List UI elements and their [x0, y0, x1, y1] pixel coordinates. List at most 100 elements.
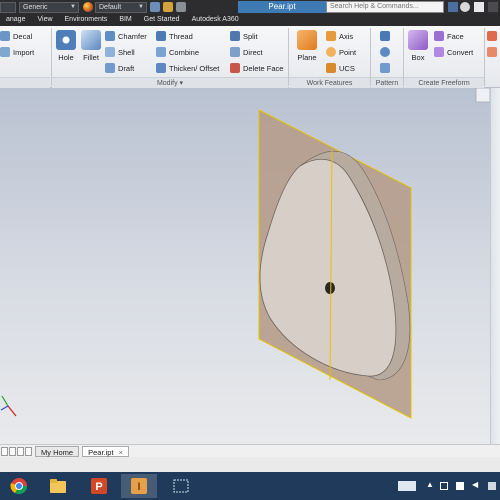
convert-icon	[434, 47, 444, 57]
doc-tab-pear[interactable]: Pear.ipt ×	[82, 445, 130, 457]
create-freeform-footer: Create Freeform	[404, 77, 484, 88]
status-strip	[0, 457, 500, 472]
hole-icon	[56, 30, 76, 50]
axis-button[interactable]: Axis	[326, 30, 353, 42]
navigation-bar[interactable]	[490, 88, 500, 444]
thread-icon	[156, 31, 166, 41]
chrome-icon	[10, 478, 28, 495]
fillet-button[interactable]: Fillet	[80, 30, 102, 62]
taskbar-explorer-button[interactable]	[40, 474, 76, 498]
tab-get-started[interactable]: Get Started	[138, 14, 186, 26]
plane-button[interactable]: Plane	[293, 30, 321, 62]
box-button[interactable]: Box	[406, 30, 430, 62]
import-button[interactable]: Import	[0, 46, 34, 58]
decal-icon	[0, 31, 10, 41]
taskbar-snipping-button[interactable]	[163, 474, 199, 498]
chamfer-button[interactable]: Chamfer	[105, 30, 147, 42]
thicken-offset-button[interactable]: Thicken/ Offset	[156, 62, 219, 74]
axis-label: Axis	[339, 31, 354, 41]
decal-button[interactable]: Decal	[0, 30, 32, 42]
import-label: Import	[13, 47, 35, 57]
split-button[interactable]: Split	[230, 30, 258, 42]
keyboard-icon[interactable]	[398, 481, 416, 491]
notification-icon[interactable]	[488, 482, 496, 490]
tab-environments[interactable]: Environments	[59, 14, 114, 26]
folder-icon	[50, 479, 66, 493]
tab-autodesk-a360[interactable]: Autodesk A360	[186, 14, 245, 26]
ucs-label: UCS	[339, 63, 355, 73]
tabs-first-button[interactable]	[1, 446, 8, 456]
pattern-footer: Pattern	[371, 77, 403, 88]
taskbar-powerpoint-button[interactable]: P	[81, 474, 117, 498]
thread-button[interactable]: Thread	[156, 30, 193, 42]
box-label: Box	[411, 53, 425, 62]
plane-icon	[297, 30, 317, 50]
point-button[interactable]: Point	[326, 46, 356, 58]
adjust-icon[interactable]	[150, 2, 160, 12]
convert-button[interactable]: Convert	[434, 46, 473, 58]
fx-icon[interactable]	[163, 2, 173, 12]
import-icon	[0, 47, 10, 57]
close-icon[interactable]: ×	[119, 448, 123, 457]
insert-panel-footer	[0, 77, 50, 88]
document-tabs: My Home Pear.ipt ×	[0, 444, 500, 457]
graphics-viewport[interactable]	[0, 88, 500, 444]
tabs-last-button[interactable]	[25, 446, 32, 456]
volume-icon[interactable]: ◀	[472, 480, 478, 489]
ucs-button[interactable]: UCS	[326, 62, 355, 74]
draft-button[interactable]: Draft	[105, 62, 134, 74]
circular-pattern-button[interactable]	[380, 46, 393, 58]
combine-icon	[156, 47, 166, 57]
tabs-prev-button[interactable]	[9, 446, 16, 456]
shell-button[interactable]: Shell	[105, 46, 135, 58]
modify-panel-footer[interactable]: Modify ▾	[52, 77, 288, 88]
qa-overflow-dropdown[interactable]	[0, 1, 16, 13]
direct-button[interactable]: Direct	[230, 46, 263, 58]
appearance-value: Default	[99, 3, 122, 11]
appearance-icon	[83, 2, 93, 12]
doc-tab-my-home[interactable]: My Home	[35, 445, 80, 457]
face-button[interactable]: Face	[434, 30, 464, 42]
circular-pattern-icon	[380, 47, 390, 57]
fillet-icon	[81, 30, 101, 50]
axis-icon	[326, 31, 336, 41]
ucs-icon	[326, 63, 336, 73]
tray-arrow-icon[interactable]: ▲	[426, 480, 434, 489]
tab-view[interactable]: View	[31, 14, 58, 26]
point-label: Point	[339, 47, 357, 57]
model-canvas[interactable]	[0, 88, 500, 444]
tab-manage[interactable]: anage	[0, 14, 31, 26]
decal-label: Decal	[13, 31, 33, 41]
snipping-tool-icon	[173, 479, 189, 493]
ribbon-panel: Decal Import Hole Fillet Chamfer Shell D…	[0, 26, 500, 88]
taskbar-inventor-button[interactable]: I	[121, 474, 157, 498]
hole-label: Hole	[58, 53, 74, 62]
material-dropdown[interactable]: Generic ▼	[19, 1, 79, 13]
box-icon	[408, 30, 428, 50]
battery-icon[interactable]	[440, 482, 448, 490]
search-input[interactable]: Search Help & Commands...	[326, 1, 444, 13]
binoculars-icon[interactable]	[448, 2, 458, 12]
taskbar-chrome-button[interactable]	[1, 474, 37, 498]
delete-face-button[interactable]: Delete Face	[230, 62, 283, 74]
mirror-button[interactable]	[380, 62, 393, 74]
cart-icon[interactable]	[474, 2, 484, 12]
sketch-icon	[487, 31, 497, 41]
network-icon[interactable]	[456, 482, 464, 490]
tabs-next-button[interactable]	[17, 446, 24, 456]
exchange-icon[interactable]	[488, 2, 498, 12]
center-hole[interactable]	[325, 282, 335, 294]
hole-button[interactable]: Hole	[55, 30, 77, 62]
z-axis-triad	[0, 405, 9, 411]
rectangular-pattern-button[interactable]	[380, 30, 393, 42]
combine-button[interactable]: Combine	[156, 46, 199, 58]
user-icon[interactable]	[460, 2, 470, 12]
sketch-button[interactable]	[487, 30, 500, 42]
appearance-dropdown[interactable]: Default ▼	[95, 1, 147, 13]
qa-more-icon[interactable]	[176, 2, 186, 12]
sketch-2-button[interactable]	[487, 46, 500, 58]
ribbon-tabs: anage View Environments BIM Get Started …	[0, 14, 500, 26]
tab-bim[interactable]: BIM	[113, 14, 137, 26]
convert-label: Convert	[447, 47, 474, 57]
viewcube-icon[interactable]	[475, 88, 491, 103]
